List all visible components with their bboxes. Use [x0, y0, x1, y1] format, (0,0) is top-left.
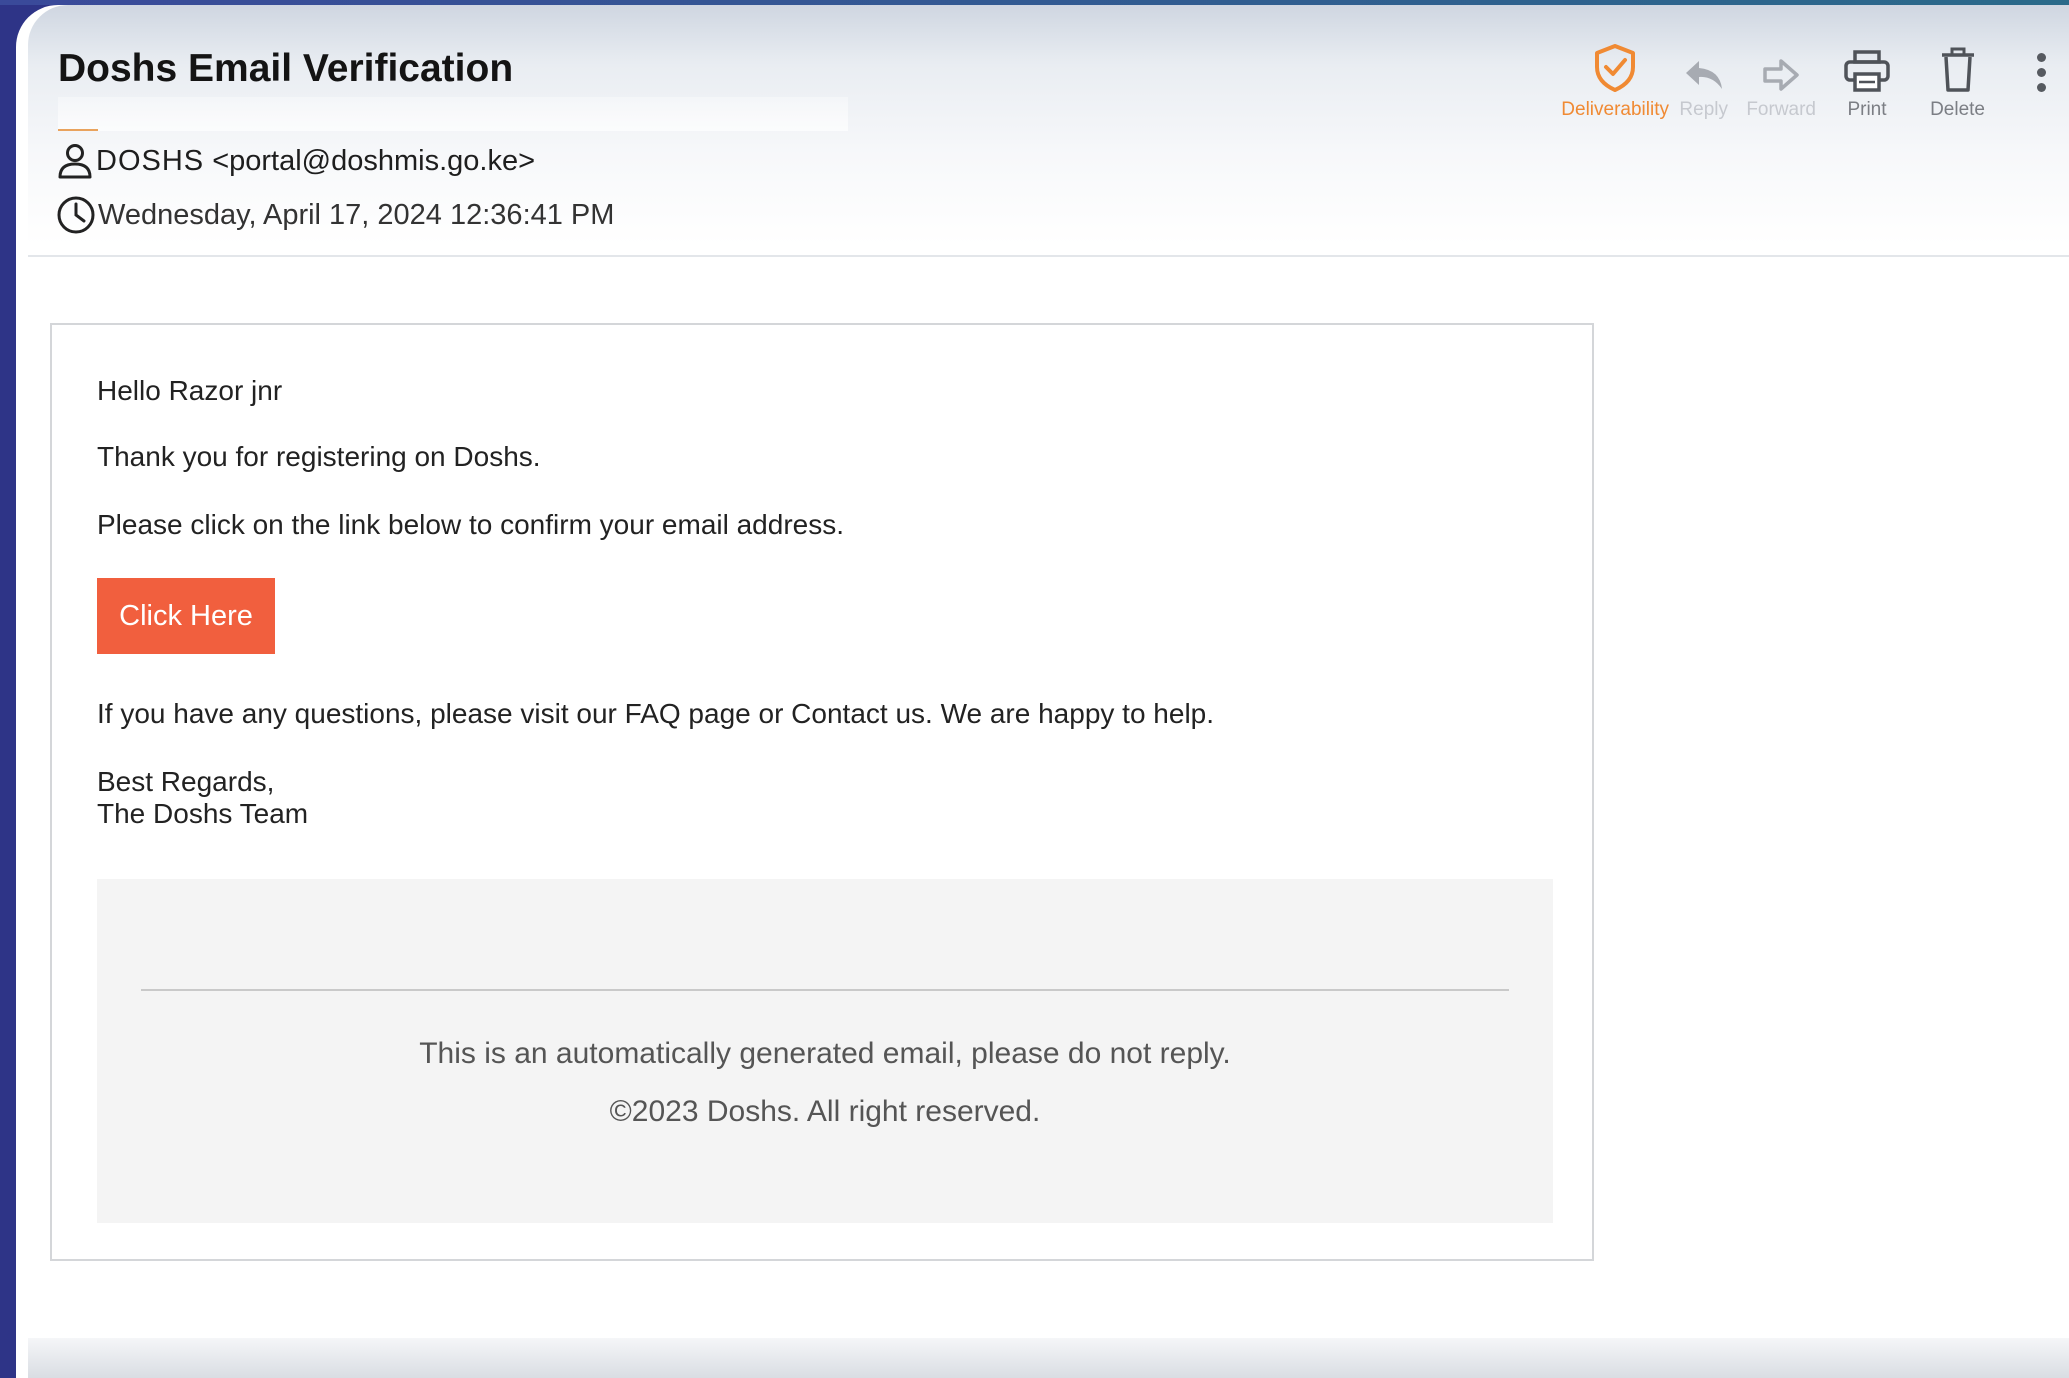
sender-name: DOSHS — [96, 144, 205, 177]
shield-check-icon — [1595, 44, 1636, 92]
click-here-button[interactable]: Click Here — [97, 578, 275, 654]
print-button[interactable]: Print — [1843, 43, 1891, 121]
vertical-dots-icon[interactable] — [2035, 53, 2047, 98]
print-label: Print — [1847, 99, 1887, 120]
reply-arrow-icon — [1685, 61, 1722, 89]
auto-notice-text: This is an automatically generated email… — [419, 1037, 1231, 1070]
sender-row: DOSHS <portal@doshmis.go.ke> — [56, 142, 535, 180]
sent-date: Wednesday, April 17, 2024 12:36:41 PM — [98, 198, 615, 231]
help-text: If you have any questions, please visit … — [97, 698, 1215, 729]
message-header: Doshs Email Verification DOSHS <portal@d… — [28, 5, 2069, 257]
footer-divider — [141, 989, 1509, 991]
copyright-text: ©2023 Doshs. All right reserved. — [609, 1095, 1041, 1128]
regards-text: Best Regards, — [97, 766, 275, 797]
reply-label: Reply — [1679, 99, 1728, 120]
sender-email[interactable]: <portal@doshmis.go.ke> — [212, 145, 535, 178]
greeting-text: Hello Razor jnr — [97, 375, 283, 406]
person-icon — [58, 144, 92, 179]
thanks-text: Thank you for registering on Doshs. — [97, 441, 541, 472]
trash-icon — [1941, 47, 1974, 92]
signature-text: The Doshs Team — [97, 798, 309, 829]
deliverability-button[interactable]: Deliverability — [1561, 43, 1669, 121]
delete-label: Delete — [1930, 99, 1985, 120]
instruction-text: Please click on the link below to confir… — [97, 509, 845, 540]
bottom-scroll-area — [28, 1338, 2069, 1378]
printer-icon — [1844, 50, 1890, 92]
forward-button[interactable]: Forward — [1746, 43, 1816, 121]
reply-button[interactable]: Reply — [1679, 43, 1728, 121]
delete-button[interactable]: Delete — [1930, 43, 1985, 121]
email-footer: This is an automatically generated email… — [97, 879, 1553, 1223]
forward-label: Forward — [1746, 99, 1816, 120]
email-subject: Doshs Email Verification — [58, 47, 514, 90]
date-row: Wednesday, April 17, 2024 12:36:41 PM — [56, 195, 614, 235]
deliverability-label: Deliverability — [1561, 99, 1669, 120]
clock-icon — [57, 196, 95, 234]
forward-arrow-icon — [1763, 59, 1799, 91]
email-body-card: Hello Razor jnr Thank you for registerin… — [50, 323, 1594, 1261]
email-viewer-window: Doshs Email Verification DOSHS <portal@d… — [16, 5, 2069, 1378]
subject-underline — [58, 97, 848, 131]
